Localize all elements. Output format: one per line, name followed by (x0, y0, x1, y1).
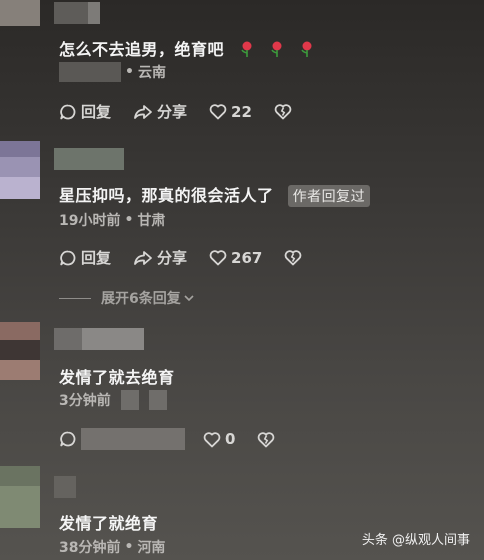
reply-button[interactable] (59, 428, 185, 450)
time-blurred (59, 62, 121, 82)
rose-icon (300, 41, 314, 61)
heart-icon (209, 249, 227, 266)
share-arrow-icon (133, 249, 153, 267)
rose-icon (240, 41, 254, 61)
like-button[interactable]: 267 (209, 249, 262, 267)
time-label: 38分钟前 (59, 540, 121, 556)
like-count: 22 (231, 102, 252, 121)
expand-replies-button[interactable]: 展开6条回复 (59, 288, 195, 308)
avatar[interactable] (0, 141, 40, 199)
like-button[interactable]: 0 (203, 430, 235, 448)
watermark: 头条 @纵观人间事 (361, 533, 470, 548)
location-blurred (120, 390, 139, 410)
location-label: 河南 (137, 540, 166, 556)
comment-meta: 3分钟前 (59, 390, 167, 410)
expand-replies-label: 展开6条回复 (101, 291, 181, 307)
like-count: 267 (231, 248, 263, 267)
comment-actions: 0 (59, 428, 297, 450)
reply-button[interactable]: 回复 (59, 101, 111, 122)
meta-dot: • (125, 64, 134, 80)
share-button[interactable]: 分享 (133, 247, 187, 268)
broken-heart-icon (257, 431, 275, 448)
comment-text-label: 发情了就绝育 (59, 514, 159, 533)
comment-actions: 回复 分享 22 (59, 101, 314, 122)
avatar[interactable] (0, 466, 40, 528)
comment-text: 发情了就绝育 (59, 510, 158, 534)
divider-line (59, 297, 91, 299)
reply-bubble-icon (59, 430, 77, 448)
comment-meta: 38分钟前 • 河南 (59, 537, 165, 557)
rose-icon (270, 41, 284, 61)
reply-button[interactable]: 回复 (59, 247, 111, 268)
reply-label: 回复 (81, 103, 112, 121)
dislike-button[interactable] (284, 249, 302, 266)
comment-text-label: 星压抑吗，那真的很会活人了 (59, 186, 274, 205)
location-label: 甘肃 (137, 213, 166, 229)
dislike-button[interactable] (274, 103, 292, 120)
broken-heart-icon (284, 249, 302, 266)
like-count: 0 (225, 430, 236, 448)
location-label: 云南 (137, 65, 166, 81)
reply-bubble-icon (59, 249, 77, 267)
meta-dot: • (124, 212, 134, 228)
broken-heart-icon (274, 103, 292, 120)
comment-text-label: 发情了就去绝育 (59, 368, 175, 387)
chevron-down-icon (183, 292, 195, 304)
share-arrow-icon (133, 103, 153, 121)
dislike-button[interactable] (257, 431, 275, 448)
share-label: 分享 (157, 103, 188, 121)
heart-icon (209, 103, 227, 120)
comment-text-label: 怎么不去追男，绝育吧 (59, 40, 225, 59)
actions-blurred (81, 428, 185, 450)
comment-text: 星压抑吗，那真的很会活人了 作者回复过 (59, 182, 371, 207)
share-label: 分享 (157, 249, 188, 267)
time-label: 3分钟前 (59, 393, 111, 409)
avatar[interactable] (0, 0, 40, 26)
avatar[interactable] (0, 322, 40, 380)
comment-actions: 回复 分享 267 (59, 247, 324, 268)
reply-bubble-icon (59, 103, 77, 121)
comment-text: 怎么不去追男，绝育吧 (59, 36, 314, 61)
heart-icon (203, 431, 221, 448)
comment-meta: 19小时前 • 甘肃 (59, 210, 165, 230)
share-button[interactable]: 分享 (133, 101, 187, 122)
comment-text: 发情了就去绝育 (59, 364, 175, 388)
like-button[interactable]: 22 (209, 103, 252, 121)
comment-meta: • 云南 (59, 62, 166, 82)
time-label: 19小时前 (59, 213, 121, 229)
location-blurred (148, 390, 167, 410)
author-replied-badge: 作者回复过 (287, 185, 371, 207)
meta-dot: • (124, 539, 134, 555)
reply-label: 回复 (81, 249, 112, 267)
